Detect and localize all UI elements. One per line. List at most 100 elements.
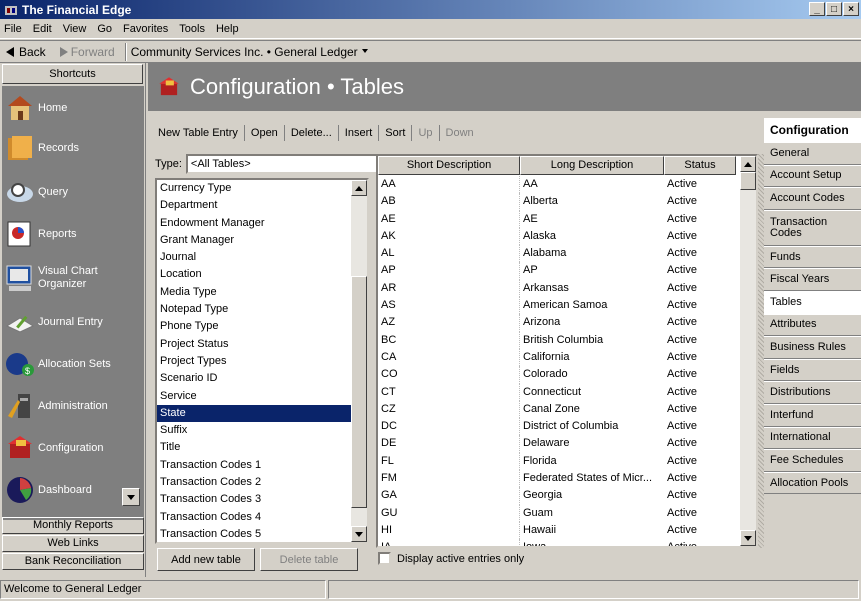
table-row[interactable]: DE Delaware Active bbox=[378, 435, 740, 453]
shortcut-web-links[interactable]: Web Links bbox=[2, 535, 144, 552]
up-button[interactable]: Up bbox=[416, 127, 434, 139]
forward-button[interactable]: Forward bbox=[52, 45, 121, 59]
table-row[interactable]: AB Alberta Active bbox=[378, 193, 740, 211]
config-nav-account-setup[interactable]: Account Setup bbox=[764, 164, 861, 188]
table-row[interactable]: CA California Active bbox=[378, 348, 740, 367]
grid-scrollbar[interactable] bbox=[740, 156, 756, 546]
delete-button[interactable]: Delete... bbox=[289, 127, 334, 139]
list-item[interactable]: Suffix bbox=[157, 422, 367, 439]
config-nav-business-rules[interactable]: Business Rules bbox=[764, 336, 861, 359]
add-new-table-button[interactable]: Add new table bbox=[157, 548, 255, 571]
list-item[interactable]: Scenario ID bbox=[157, 370, 367, 387]
list-item[interactable]: Title bbox=[157, 439, 367, 456]
breadcrumb-dropdown-icon[interactable] bbox=[361, 48, 370, 55]
table-row[interactable]: AR Arkansas Active bbox=[378, 279, 740, 298]
table-row[interactable]: AZ Arizona Active bbox=[378, 314, 740, 332]
config-nav-distributions[interactable]: Distributions bbox=[764, 381, 861, 404]
list-item[interactable]: Notepad Type bbox=[157, 301, 367, 318]
table-row[interactable]: AE AE Active bbox=[378, 210, 740, 228]
config-nav-tables[interactable]: Tables bbox=[764, 290, 861, 314]
table-row[interactable]: AA AA Active bbox=[378, 176, 740, 194]
scroll-thumb[interactable] bbox=[351, 276, 367, 508]
table-row[interactable]: AK Alaska Active bbox=[378, 227, 740, 246]
list-item[interactable]: Transaction Codes 3 bbox=[157, 491, 367, 508]
table-row[interactable]: AL Alabama Active bbox=[378, 245, 740, 263]
back-button[interactable]: Back bbox=[0, 45, 52, 59]
menu-view[interactable]: View bbox=[63, 23, 87, 35]
shortcut-home[interactable]: Home bbox=[4, 90, 144, 126]
table-list-scrollbar[interactable] bbox=[351, 180, 367, 542]
table-row[interactable]: IA Iowa Active bbox=[378, 539, 740, 546]
list-item[interactable]: Grant Manager bbox=[157, 232, 367, 249]
table-entries-grid[interactable]: Short Description Long Description Statu… bbox=[376, 154, 758, 548]
shortcut-allocation-sets[interactable]: $ Allocation Sets bbox=[4, 346, 144, 382]
list-item[interactable]: Transaction Codes 2 bbox=[157, 474, 367, 491]
list-item[interactable]: Location bbox=[157, 266, 367, 283]
list-item[interactable]: Project Status bbox=[157, 336, 367, 353]
shortcut-bank-reconciliation[interactable]: Bank Reconciliation bbox=[2, 553, 144, 570]
shortcut-records[interactable]: Records bbox=[4, 130, 144, 166]
table-row[interactable]: BC British Columbia Active bbox=[378, 331, 740, 349]
menu-file[interactable]: File bbox=[4, 23, 22, 35]
shortcuts-scroll-down[interactable] bbox=[122, 488, 140, 506]
shortcuts-header[interactable]: Shortcuts bbox=[2, 64, 143, 84]
column-long-description[interactable]: Long Description bbox=[520, 156, 664, 175]
list-item[interactable]: Department bbox=[157, 197, 367, 214]
config-nav-fee-schedules[interactable]: Fee Schedules bbox=[764, 449, 861, 472]
table-row[interactable]: AP AP Active bbox=[378, 262, 740, 280]
type-select[interactable]: <All Tables> bbox=[185, 154, 396, 174]
config-nav-attributes[interactable]: Attributes bbox=[764, 313, 861, 337]
scroll-up-button[interactable] bbox=[351, 180, 367, 196]
column-short-description[interactable]: Short Description bbox=[378, 156, 520, 175]
config-nav-interfund[interactable]: Interfund bbox=[764, 403, 861, 427]
list-item[interactable]: Transaction Codes 5 bbox=[157, 526, 367, 542]
list-item[interactable]: Transaction Codes 1 bbox=[157, 457, 367, 474]
list-item[interactable]: Media Type bbox=[157, 284, 367, 301]
shortcut-administration[interactable]: Administration bbox=[4, 388, 144, 424]
breadcrumb[interactable]: Community Services Inc. • General Ledger bbox=[131, 45, 358, 59]
column-status[interactable]: Status bbox=[664, 156, 736, 175]
shortcut-journal-entry[interactable]: Journal Entry bbox=[4, 304, 144, 340]
menu-favorites[interactable]: Favorites bbox=[123, 23, 168, 35]
new-table-entry-button[interactable]: New Table Entry bbox=[156, 127, 240, 139]
list-item[interactable]: Transaction Codes 4 bbox=[157, 509, 367, 526]
maximize-button[interactable]: □ bbox=[826, 2, 842, 16]
menu-go[interactable]: Go bbox=[97, 23, 112, 35]
list-item[interactable]: Service bbox=[157, 388, 367, 405]
menu-tools[interactable]: Tools bbox=[179, 23, 205, 35]
scroll-up-button[interactable] bbox=[740, 156, 756, 172]
list-item[interactable]: Journal bbox=[157, 249, 367, 266]
config-nav-general[interactable]: General bbox=[764, 142, 861, 165]
table-list[interactable]: Currency Type Department Endowment Manager… bbox=[155, 178, 369, 544]
config-nav-transaction-codes[interactable]: Transaction Codes bbox=[764, 209, 861, 246]
table-row[interactable]: CZ Canal Zone Active bbox=[378, 400, 740, 419]
table-row[interactable]: GU Guam Active bbox=[378, 504, 740, 522]
shortcut-monthly-reports[interactable]: Monthly Reports bbox=[2, 517, 144, 534]
table-row[interactable]: AS American Samoa Active bbox=[378, 297, 740, 315]
shortcut-reports[interactable]: Reports bbox=[4, 216, 144, 252]
shortcut-configuration[interactable]: Configuration bbox=[4, 430, 144, 466]
table-row[interactable]: CT Connecticut Active bbox=[378, 383, 740, 401]
minimize-button[interactable]: _ bbox=[809, 2, 825, 16]
table-row[interactable]: GA Georgia Active bbox=[378, 487, 740, 505]
list-item[interactable]: Endowment Manager bbox=[157, 215, 367, 232]
display-active-checkbox[interactable] bbox=[378, 552, 391, 565]
menu-edit[interactable]: Edit bbox=[33, 23, 52, 35]
down-button[interactable]: Down bbox=[444, 127, 476, 139]
config-nav-allocation-pools[interactable]: Allocation Pools bbox=[764, 471, 861, 495]
config-nav-international[interactable]: International bbox=[764, 426, 861, 450]
scroll-down-button[interactable] bbox=[351, 526, 367, 542]
shortcut-visual-chart-organizer[interactable]: Visual Chart Organizer bbox=[4, 258, 144, 298]
table-row[interactable]: DC District of Columbia Active bbox=[378, 418, 740, 436]
scroll-thumb[interactable] bbox=[740, 172, 756, 190]
delete-table-button[interactable]: Delete table bbox=[260, 548, 358, 571]
shortcut-query[interactable]: Query bbox=[4, 174, 144, 210]
table-row[interactable]: FL Florida Active bbox=[378, 452, 740, 471]
list-item[interactable]: Phone Type bbox=[157, 318, 367, 335]
list-item[interactable]: State bbox=[157, 404, 367, 423]
list-item[interactable]: Project Types bbox=[157, 353, 367, 370]
table-row[interactable]: FM Federated States of Micr... Active bbox=[378, 470, 740, 488]
menu-help[interactable]: Help bbox=[216, 23, 239, 35]
list-item[interactable]: Currency Type bbox=[157, 180, 367, 197]
config-nav-account-codes[interactable]: Account Codes bbox=[764, 187, 861, 210]
